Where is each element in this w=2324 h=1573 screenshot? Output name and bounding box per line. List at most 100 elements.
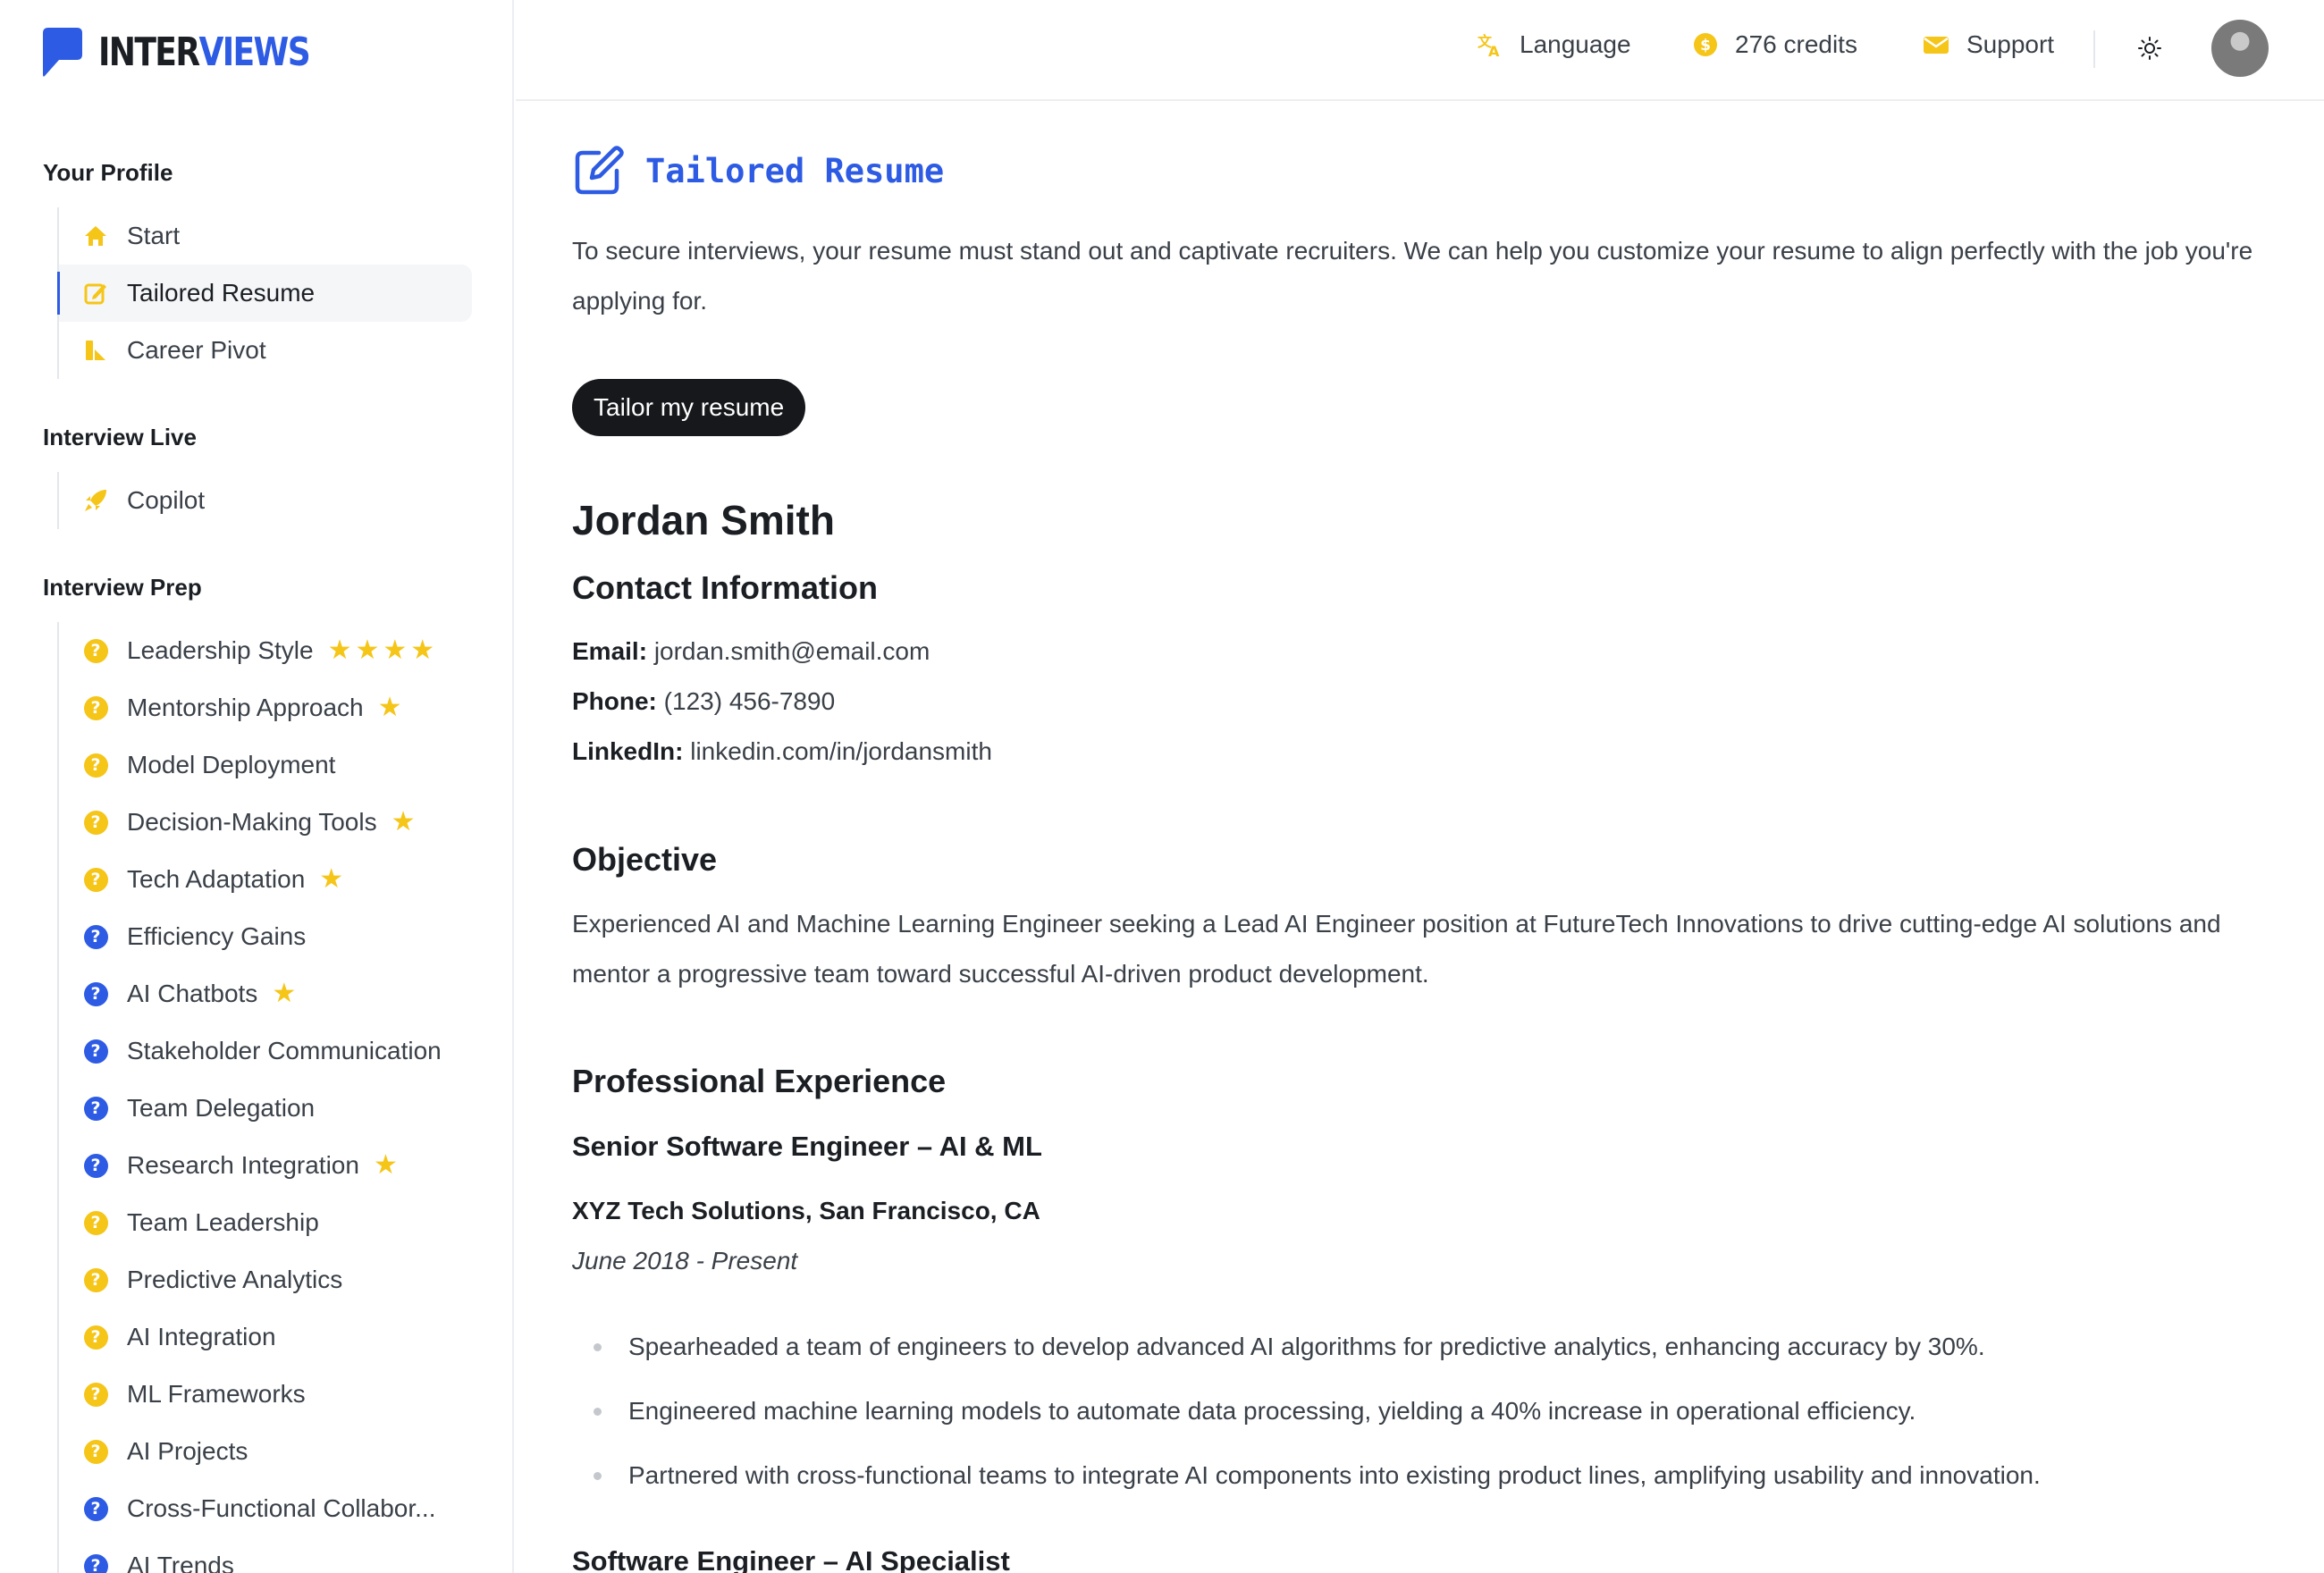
sidebar-item-tailored-resume[interactable]: Tailored Resume bbox=[57, 265, 472, 322]
objective-text: Experienced AI and Machine Learning Engi… bbox=[572, 910, 2221, 988]
coin-icon: $ bbox=[1694, 33, 1717, 56]
home-icon bbox=[82, 223, 109, 249]
star-icon: ★ bbox=[377, 693, 402, 722]
question-icon: ? bbox=[82, 1552, 109, 1573]
sidebar-item-model-deployment[interactable]: ? Model Deployment bbox=[59, 736, 472, 794]
sidebar-item-leadership-style[interactable]: ? Leadership Style ★ ★ ★ ★ bbox=[59, 622, 472, 679]
edit-icon bbox=[82, 280, 109, 307]
sidebar-item-label: AI Chatbots bbox=[127, 980, 258, 1007]
sidebar-item-label: AI Integration bbox=[127, 1323, 276, 1350]
sidebar-item-stakeholder-communication[interactable]: ? Stakeholder Communication bbox=[59, 1022, 472, 1080]
credits-label: 276 credits bbox=[1735, 30, 1857, 58]
question-icon: ? bbox=[82, 1266, 109, 1293]
user-avatar[interactable] bbox=[2211, 20, 2269, 77]
phone-line: Phone: (123) 456-7890 bbox=[572, 687, 836, 715]
support-button[interactable]: Support bbox=[1922, 30, 2054, 59]
sidebar-item-career-pivot[interactable]: Career Pivot bbox=[59, 322, 472, 379]
brand-wordmark: INTERVIEWS bbox=[98, 29, 311, 75]
sidebar-item-label: ML Frameworks bbox=[127, 1380, 306, 1408]
mail-icon bbox=[1924, 37, 1949, 54]
question-icon: ? bbox=[82, 866, 109, 893]
sidebar-item-ai-chatbots[interactable]: ? AI Chatbots ★ bbox=[59, 965, 472, 1022]
sidebar-item-efficiency-gains[interactable]: ? Efficiency Gains bbox=[59, 908, 472, 965]
job-company: XYZ Tech Solutions, San Francisco, CA bbox=[572, 1197, 1040, 1224]
star-rating: ★ ★ ★ ★ bbox=[328, 637, 439, 664]
job-title: Senior Software Engineer – AI & ML bbox=[572, 1131, 1042, 1162]
question-icon: ? bbox=[82, 1438, 109, 1465]
top-header: 文A Language $ 276 credits Support bbox=[516, 0, 2324, 101]
translate-icon: 文A bbox=[1478, 33, 1500, 58]
email-value: jordan.smith@email.com bbox=[653, 637, 930, 665]
job-title: Software Engineer – AI Specialist bbox=[572, 1545, 1010, 1573]
sidebar-item-label: Decision-Making Tools bbox=[127, 808, 377, 836]
sidebar-item-label: Career Pivot bbox=[127, 336, 266, 364]
sidebar-item-label: Tech Adaptation bbox=[127, 865, 306, 893]
language-button[interactable]: 文A Language bbox=[1477, 30, 1631, 59]
star-icon: ★ bbox=[383, 635, 408, 665]
sidebar-item-label: Start bbox=[127, 222, 181, 249]
credits-button[interactable]: $ 276 credits bbox=[1692, 30, 1857, 59]
star-icon: ★ bbox=[391, 807, 416, 837]
question-icon: ? bbox=[82, 637, 109, 664]
sidebar-item-label: AI Trends bbox=[127, 1552, 234, 1573]
sidebar-item-copilot[interactable]: Copilot bbox=[59, 472, 472, 529]
nav-group-prep: ? Leadership Style ★ ★ ★ ★? Mentorship Approac… bbox=[57, 622, 472, 1573]
sidebar-item-start[interactable]: Start bbox=[59, 207, 472, 265]
question-icon: ? bbox=[82, 1324, 109, 1350]
question-icon: ? bbox=[82, 923, 109, 950]
question-icon: ? bbox=[82, 1038, 109, 1064]
star-icon: ★ bbox=[410, 635, 435, 665]
question-icon: ? bbox=[82, 752, 109, 778]
question-icon: ? bbox=[82, 1095, 109, 1122]
star-rating: ★ bbox=[272, 980, 299, 1007]
phone-value: (123) 456-7890 bbox=[663, 687, 836, 715]
sidebar-item-label: Predictive Analytics bbox=[127, 1266, 343, 1293]
tailor-resume-button[interactable]: Tailor my resume bbox=[572, 379, 806, 436]
question-icon: ? bbox=[82, 980, 109, 1007]
sidebar-item-label: Model Deployment bbox=[127, 751, 336, 778]
sidebar-item-label: AI Projects bbox=[127, 1437, 248, 1465]
list-item: Spearheaded a team of engineers to devel… bbox=[594, 1333, 1985, 1361]
sidebar-item-ai-trends[interactable]: ? AI Trends bbox=[59, 1537, 472, 1573]
header-divider bbox=[2093, 30, 2095, 68]
sidebar-item-decision-making-tools[interactable]: ? Decision-Making Tools ★ bbox=[59, 794, 472, 851]
nav-group-profile: Start Tailored Resume Career Pivot bbox=[57, 207, 472, 379]
sidebar-item-predictive-analytics[interactable]: ? Predictive Analytics bbox=[59, 1251, 472, 1308]
sidebar-item-ai-projects[interactable]: ? AI Projects bbox=[59, 1423, 472, 1480]
sidebar-item-mentorship-approach[interactable]: ? Mentorship Approach ★ bbox=[59, 679, 472, 736]
svg-text:A: A bbox=[1488, 43, 1500, 58]
rocket-icon bbox=[82, 487, 109, 514]
sidebar-item-label: Team Leadership bbox=[127, 1208, 319, 1236]
question-icon: ? bbox=[82, 1495, 109, 1522]
edit-icon bbox=[575, 146, 624, 195]
linkedin-value: linkedin.com/in/jordansmith bbox=[690, 737, 992, 765]
sun-icon bbox=[2138, 37, 2161, 60]
bullet-dot bbox=[594, 1471, 602, 1480]
page-title-text: Tailored Resume bbox=[645, 151, 945, 190]
sidebar-item-ai-integration[interactable]: ? AI Integration bbox=[59, 1308, 472, 1366]
language-label: Language bbox=[1520, 30, 1631, 58]
resume-name: Jordan Smith bbox=[572, 497, 835, 543]
sidebar-item-label: Stakeholder Communication bbox=[127, 1037, 442, 1064]
sidebar-item-research-integration[interactable]: ? Research Integration ★ bbox=[59, 1137, 472, 1194]
theme-toggle-button[interactable] bbox=[2137, 36, 2162, 61]
star-icon: ★ bbox=[355, 635, 380, 665]
star-icon: ★ bbox=[373, 1150, 398, 1180]
contact-heading: Contact Information bbox=[572, 569, 878, 606]
bullet-dot bbox=[594, 1342, 602, 1351]
sidebar-item-ml-frameworks[interactable]: ? ML Frameworks bbox=[59, 1366, 472, 1423]
sidebar-item-team-leadership[interactable]: ? Team Leadership bbox=[59, 1194, 472, 1251]
sidebar-item-cross-functional-collabor[interactable]: ? Cross-Functional Collabor... bbox=[59, 1480, 472, 1537]
brand-logo[interactable]: INTERVIEWS bbox=[41, 25, 356, 79]
star-rating: ★ bbox=[378, 694, 406, 721]
objective-heading: Objective bbox=[572, 841, 718, 878]
star-rating: ★ bbox=[392, 809, 419, 836]
bullet-dot bbox=[594, 1407, 602, 1416]
section-title-interview-live: Interview Live bbox=[43, 424, 197, 450]
job-dates: June 2018 - Present bbox=[572, 1247, 798, 1274]
sidebar-item-tech-adaptation[interactable]: ? Tech Adaptation ★ bbox=[59, 851, 472, 908]
svg-text:$: $ bbox=[1700, 37, 1711, 55]
sidebar-item-label: Team Delegation bbox=[127, 1094, 316, 1122]
sidebar-item-label: Mentorship Approach bbox=[127, 694, 364, 721]
sidebar-item-team-delegation[interactable]: ? Team Delegation bbox=[59, 1080, 472, 1137]
